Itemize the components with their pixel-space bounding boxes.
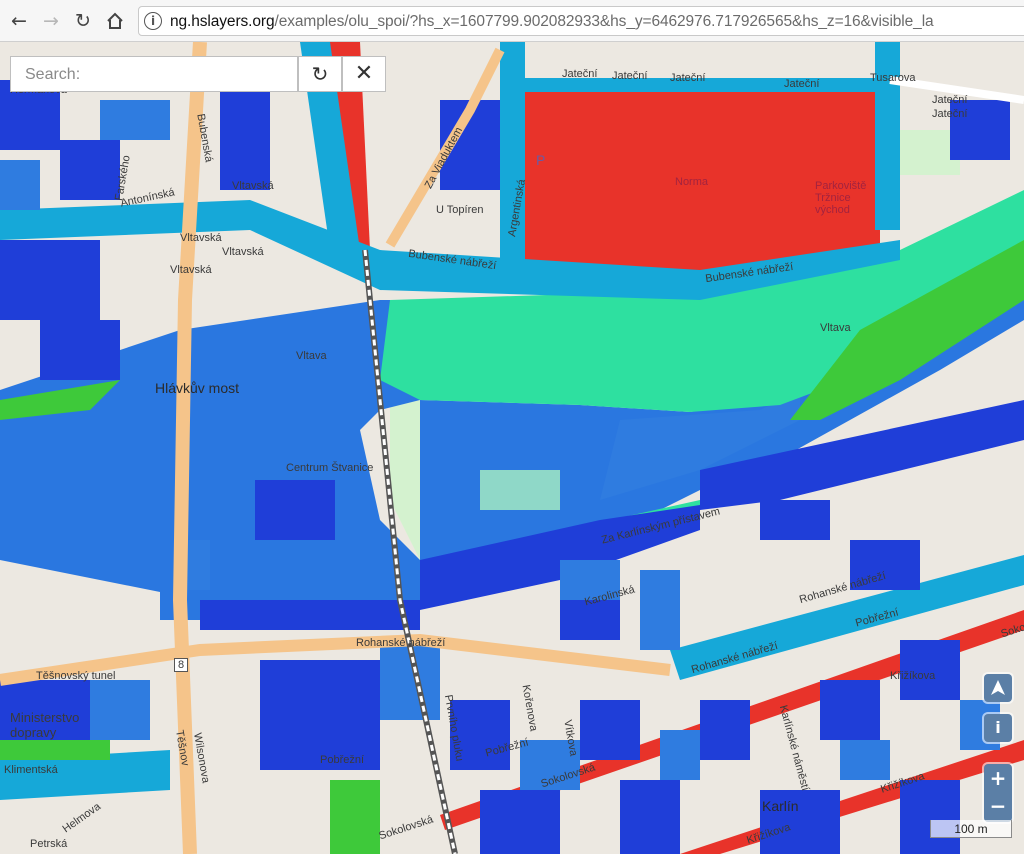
reload-icon: ↻	[75, 10, 91, 32]
label-jatecni-5: Jateční	[932, 94, 968, 106]
route-8-shield: 8	[174, 658, 189, 672]
label-jatecni-4: Jateční	[784, 78, 820, 90]
label-tesnovsky: Těšnovský tunel	[36, 670, 116, 682]
arrow-left-icon: ←	[11, 10, 27, 32]
label-krizikova-3: Křižíkova	[890, 670, 936, 682]
arrow-right-icon: →	[43, 10, 59, 32]
map-view[interactable]: Hlávkův most Norma Parkoviště Tržnice vý…	[0, 42, 1024, 854]
url-path: /examples/olu_spoi/?hs_x=1607799.9020829…	[274, 13, 934, 30]
label-norma: Norma	[675, 176, 709, 188]
block	[580, 700, 640, 760]
browser-toolbar: ← → ↻ i ng.hslayers.org/examples/olu_spo…	[0, 0, 1024, 42]
label-jatecni-3: Jateční	[670, 72, 706, 84]
forward-button[interactable]: →	[38, 8, 64, 34]
label-vltava-1: Vltava	[296, 350, 327, 362]
url-host: ng.hslayers.org	[170, 13, 275, 30]
label-karlin: Karlín	[762, 798, 799, 814]
label-jatecni-6: Jateční	[932, 108, 968, 120]
block	[100, 100, 170, 140]
zoom-in-button[interactable]: +	[984, 764, 1012, 792]
label-rohanske-1: Rohanské nábřeží	[356, 637, 446, 649]
block	[900, 780, 960, 854]
block	[220, 90, 270, 190]
block	[820, 680, 880, 740]
label-vltava-2: Vltava	[820, 322, 851, 334]
block	[0, 240, 100, 320]
label-jatecni-2: Jateční	[612, 70, 648, 82]
label-jatecni-1: Jateční	[562, 68, 598, 80]
block	[0, 160, 40, 210]
label-vltavska-4: Vltavská	[170, 264, 212, 276]
info-icon: i	[995, 718, 1001, 737]
scale-bar: 100 m	[930, 820, 1012, 838]
refresh-icon: ↻	[311, 62, 329, 86]
block	[40, 320, 120, 380]
map-canvas[interactable]	[0, 42, 1024, 854]
map-info-button[interactable]: i	[984, 714, 1012, 742]
back-button[interactable]: ←	[6, 8, 32, 34]
close-icon: ✕	[354, 61, 374, 86]
navigation-arrow-icon	[991, 680, 1005, 695]
label-klimentska: Klimentská	[4, 764, 58, 776]
address-bar[interactable]: i ng.hslayers.org/examples/olu_spoi/?hs_…	[138, 6, 1024, 36]
green-block-2	[0, 740, 110, 760]
label-parkoviste: Parkoviště Tržnice východ	[815, 180, 867, 216]
search-box	[10, 56, 298, 92]
url-text: ng.hslayers.org/examples/olu_spoi/?hs_x=…	[170, 13, 934, 31]
home-button[interactable]	[102, 8, 128, 34]
label-vltavska-1: Vltavská	[232, 180, 274, 192]
label-tusarova: Tusarova	[870, 72, 916, 84]
block	[90, 680, 150, 740]
block	[840, 740, 890, 780]
clear-search-button[interactable]: ✕	[342, 56, 386, 92]
block	[60, 140, 120, 200]
green-block	[330, 780, 380, 854]
basin-dark	[200, 600, 420, 630]
label-pobrezni-3: Pobřežní	[320, 754, 365, 766]
home-icon	[107, 12, 123, 29]
block	[640, 570, 680, 650]
island-courts	[480, 470, 560, 510]
label-petrska: Petrská	[30, 838, 68, 850]
jatecni-cyan	[525, 78, 900, 92]
info-icon[interactable]: i	[144, 12, 162, 30]
label-ministerstvo: Ministerstvo dopravy	[10, 710, 80, 740]
label-vltavska-2: Vltavská	[180, 232, 222, 244]
zoom-control: + −	[984, 764, 1012, 822]
parking-icon: P	[536, 152, 546, 168]
navigation-button[interactable]	[984, 674, 1012, 702]
block	[480, 790, 560, 854]
label-centrum-stvanice: Centrum Štvanice	[286, 462, 374, 474]
label-vltavska-3: Vltavská	[222, 246, 264, 258]
label-u-topiren: U Topíren	[436, 204, 484, 216]
block	[660, 730, 700, 780]
block	[760, 500, 830, 540]
block	[620, 780, 680, 854]
search-input[interactable]	[23, 58, 297, 92]
zoom-out-button[interactable]: −	[984, 792, 1012, 820]
refresh-search-button[interactable]: ↻	[298, 56, 342, 92]
label-hlavkuv-most: Hlávkův most	[155, 380, 240, 396]
block	[255, 480, 335, 540]
reload-button[interactable]: ↻	[70, 8, 96, 34]
block	[700, 700, 750, 760]
